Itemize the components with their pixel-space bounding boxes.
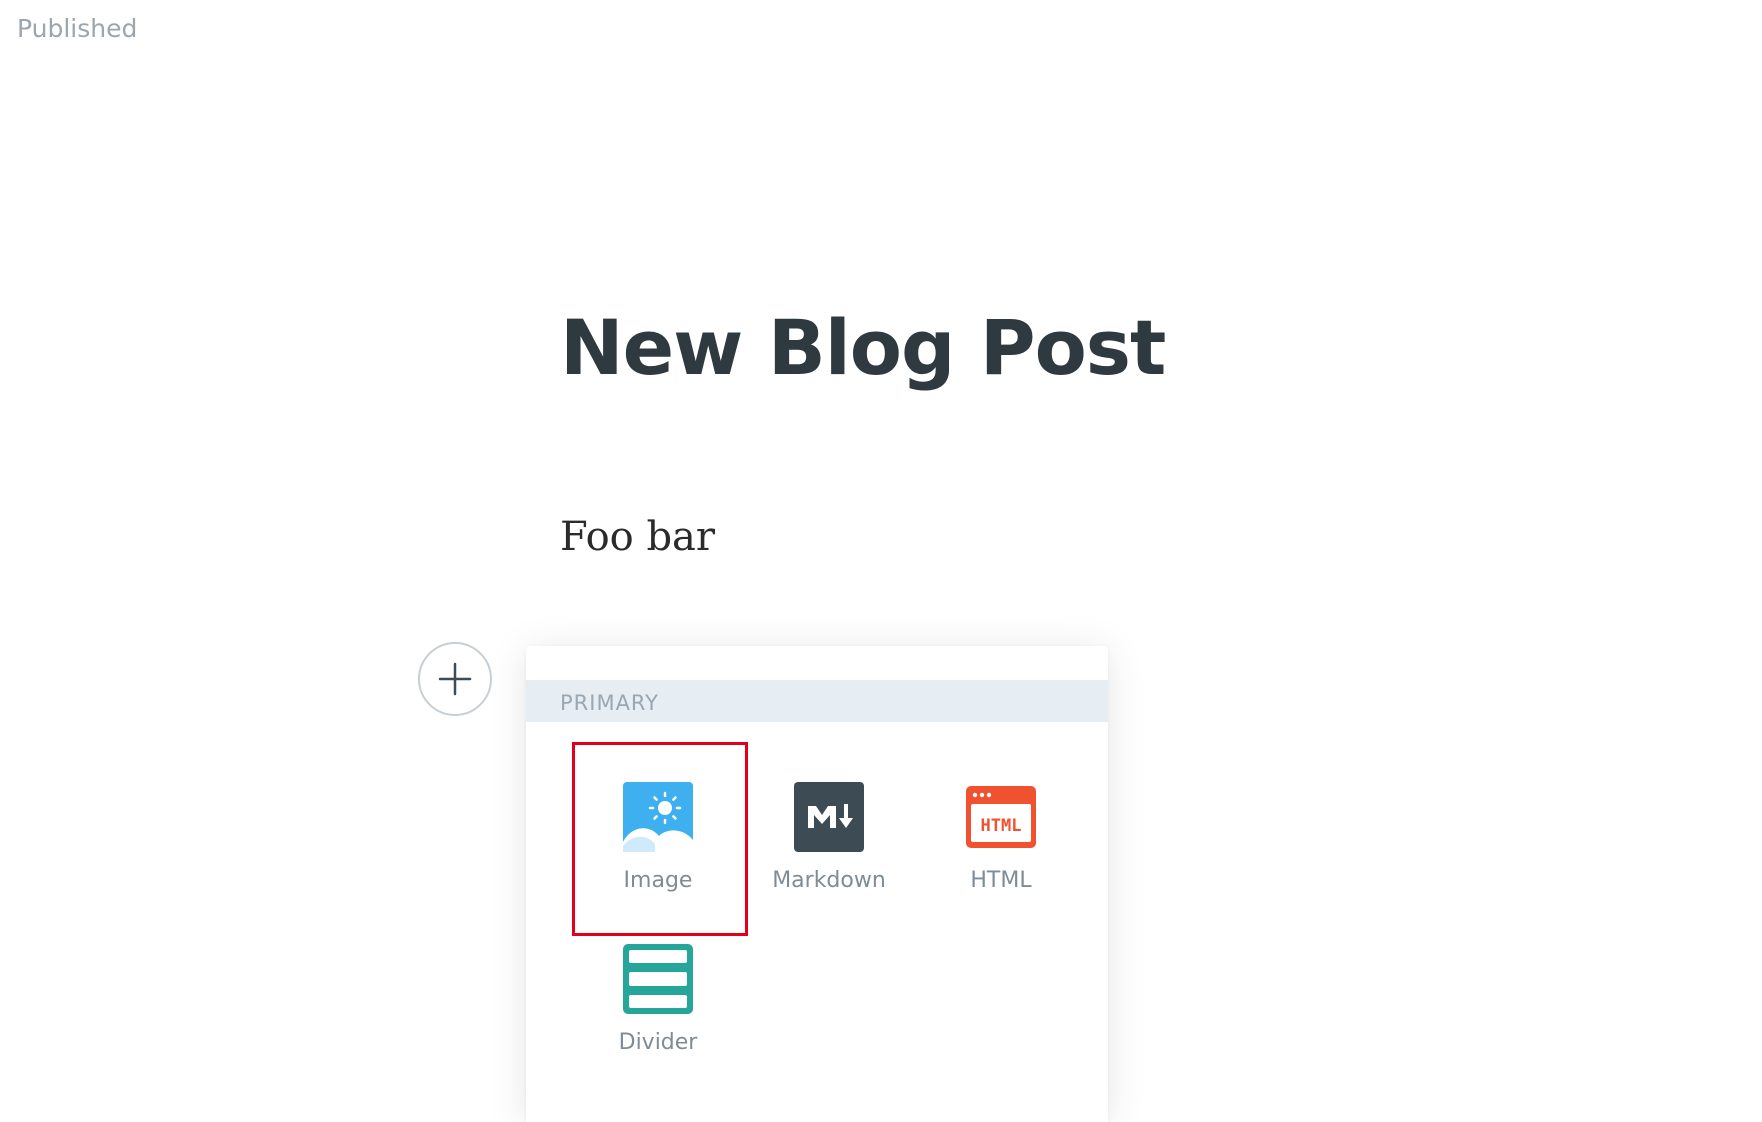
image-icon [623,782,693,852]
svg-text:HTML: HTML [981,816,1022,836]
card-menu-item-label: Markdown [772,868,886,893]
plus-icon [438,662,472,696]
post-status: Published [17,14,138,43]
divider-icon [623,944,693,1014]
card-menu-item-label: Image [623,868,693,893]
post-body-paragraph[interactable]: Foo bar [560,517,715,557]
card-menu-item-html[interactable]: HTML HTML [915,742,1087,932]
card-menu-section-header: PRIMARY [526,680,1108,722]
card-menu-item-label: HTML [970,868,1032,893]
post-title[interactable]: New Blog Post [560,310,1166,386]
html-icon: HTML [966,786,1036,848]
markdown-icon [794,782,864,852]
editor-page: Published New Blog Post Foo bar PRIMARY [0,0,1762,1122]
card-menu-item-divider[interactable]: Divider [572,904,744,1094]
card-menu-item-label: Divider [618,1030,698,1055]
add-card-button[interactable] [418,642,492,716]
card-menu-item-markdown[interactable]: Markdown [743,742,915,932]
section-label: PRIMARY [560,691,660,715]
